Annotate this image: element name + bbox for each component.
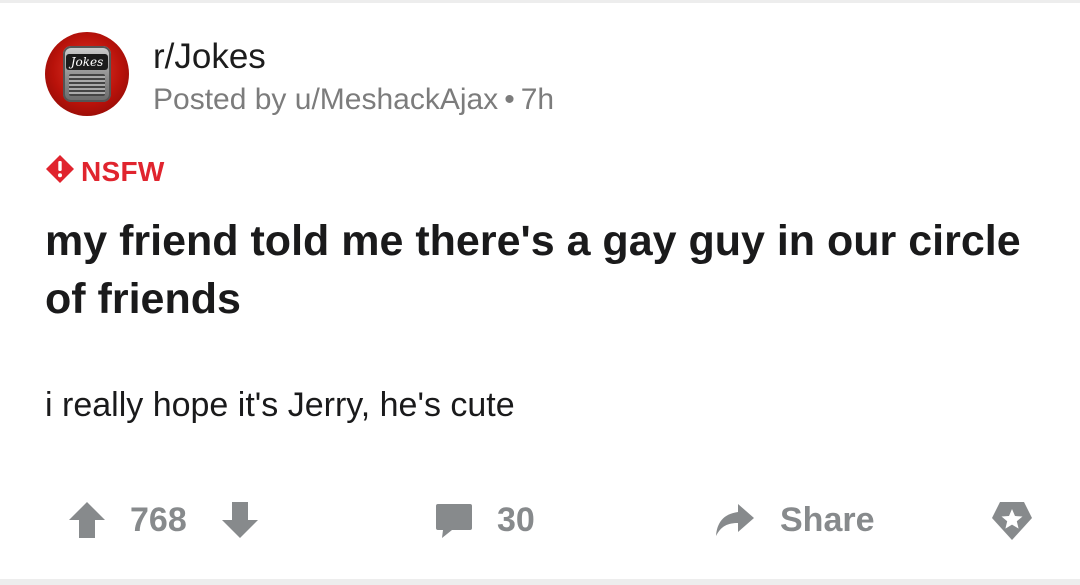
downvote-button[interactable]	[218, 490, 262, 550]
comment-count[interactable]: 30	[497, 490, 535, 550]
post-age: 7h	[520, 83, 555, 116]
comment-count-value: 30	[497, 500, 535, 539]
share-label: Share	[780, 500, 875, 539]
subreddit-name[interactable]: r/Jokes	[153, 36, 554, 78]
posted-by-user[interactable]: Posted by u/MeshackAjax	[153, 83, 498, 116]
arrow-down-icon	[218, 498, 262, 542]
subreddit-avatar[interactable]: Jokes	[45, 32, 129, 116]
award-icon	[988, 496, 1036, 544]
nsfw-label: NSFW	[81, 155, 165, 187]
share-button[interactable]	[712, 490, 756, 550]
arrow-up-icon	[65, 498, 109, 542]
warning-diamond-icon	[45, 154, 75, 189]
upvote-button[interactable]	[65, 490, 109, 550]
award-button[interactable]	[988, 490, 1036, 550]
post-title[interactable]: my friend told me there's a gay guy in o…	[45, 212, 1025, 328]
share-label-wrap[interactable]: Share	[780, 490, 875, 550]
posted-by-line: Posted by u/MeshackAjax • 7h	[153, 80, 554, 120]
nsfw-badge: NSFW	[45, 154, 165, 189]
avatar-logo-text: Jokes	[66, 54, 108, 70]
post-body: i really hope it's Jerry, he's cute	[45, 386, 515, 424]
top-divider	[0, 0, 1080, 3]
microphone-grill	[69, 74, 105, 96]
share-arrow-icon	[712, 498, 756, 542]
comments-button[interactable]	[432, 490, 476, 550]
post-meta: r/Jokes Posted by u/MeshackAjax • 7h	[153, 32, 554, 120]
bottom-divider	[0, 579, 1080, 585]
speech-bubble-icon	[432, 498, 476, 542]
post-header: Jokes r/Jokes Posted by u/MeshackAjax • 7h	[45, 32, 554, 120]
vote-count-value: 768	[130, 500, 187, 539]
action-bar: 768 30 Share	[0, 490, 1080, 550]
meta-separator: •	[504, 83, 515, 116]
vote-count: 768	[130, 490, 187, 550]
